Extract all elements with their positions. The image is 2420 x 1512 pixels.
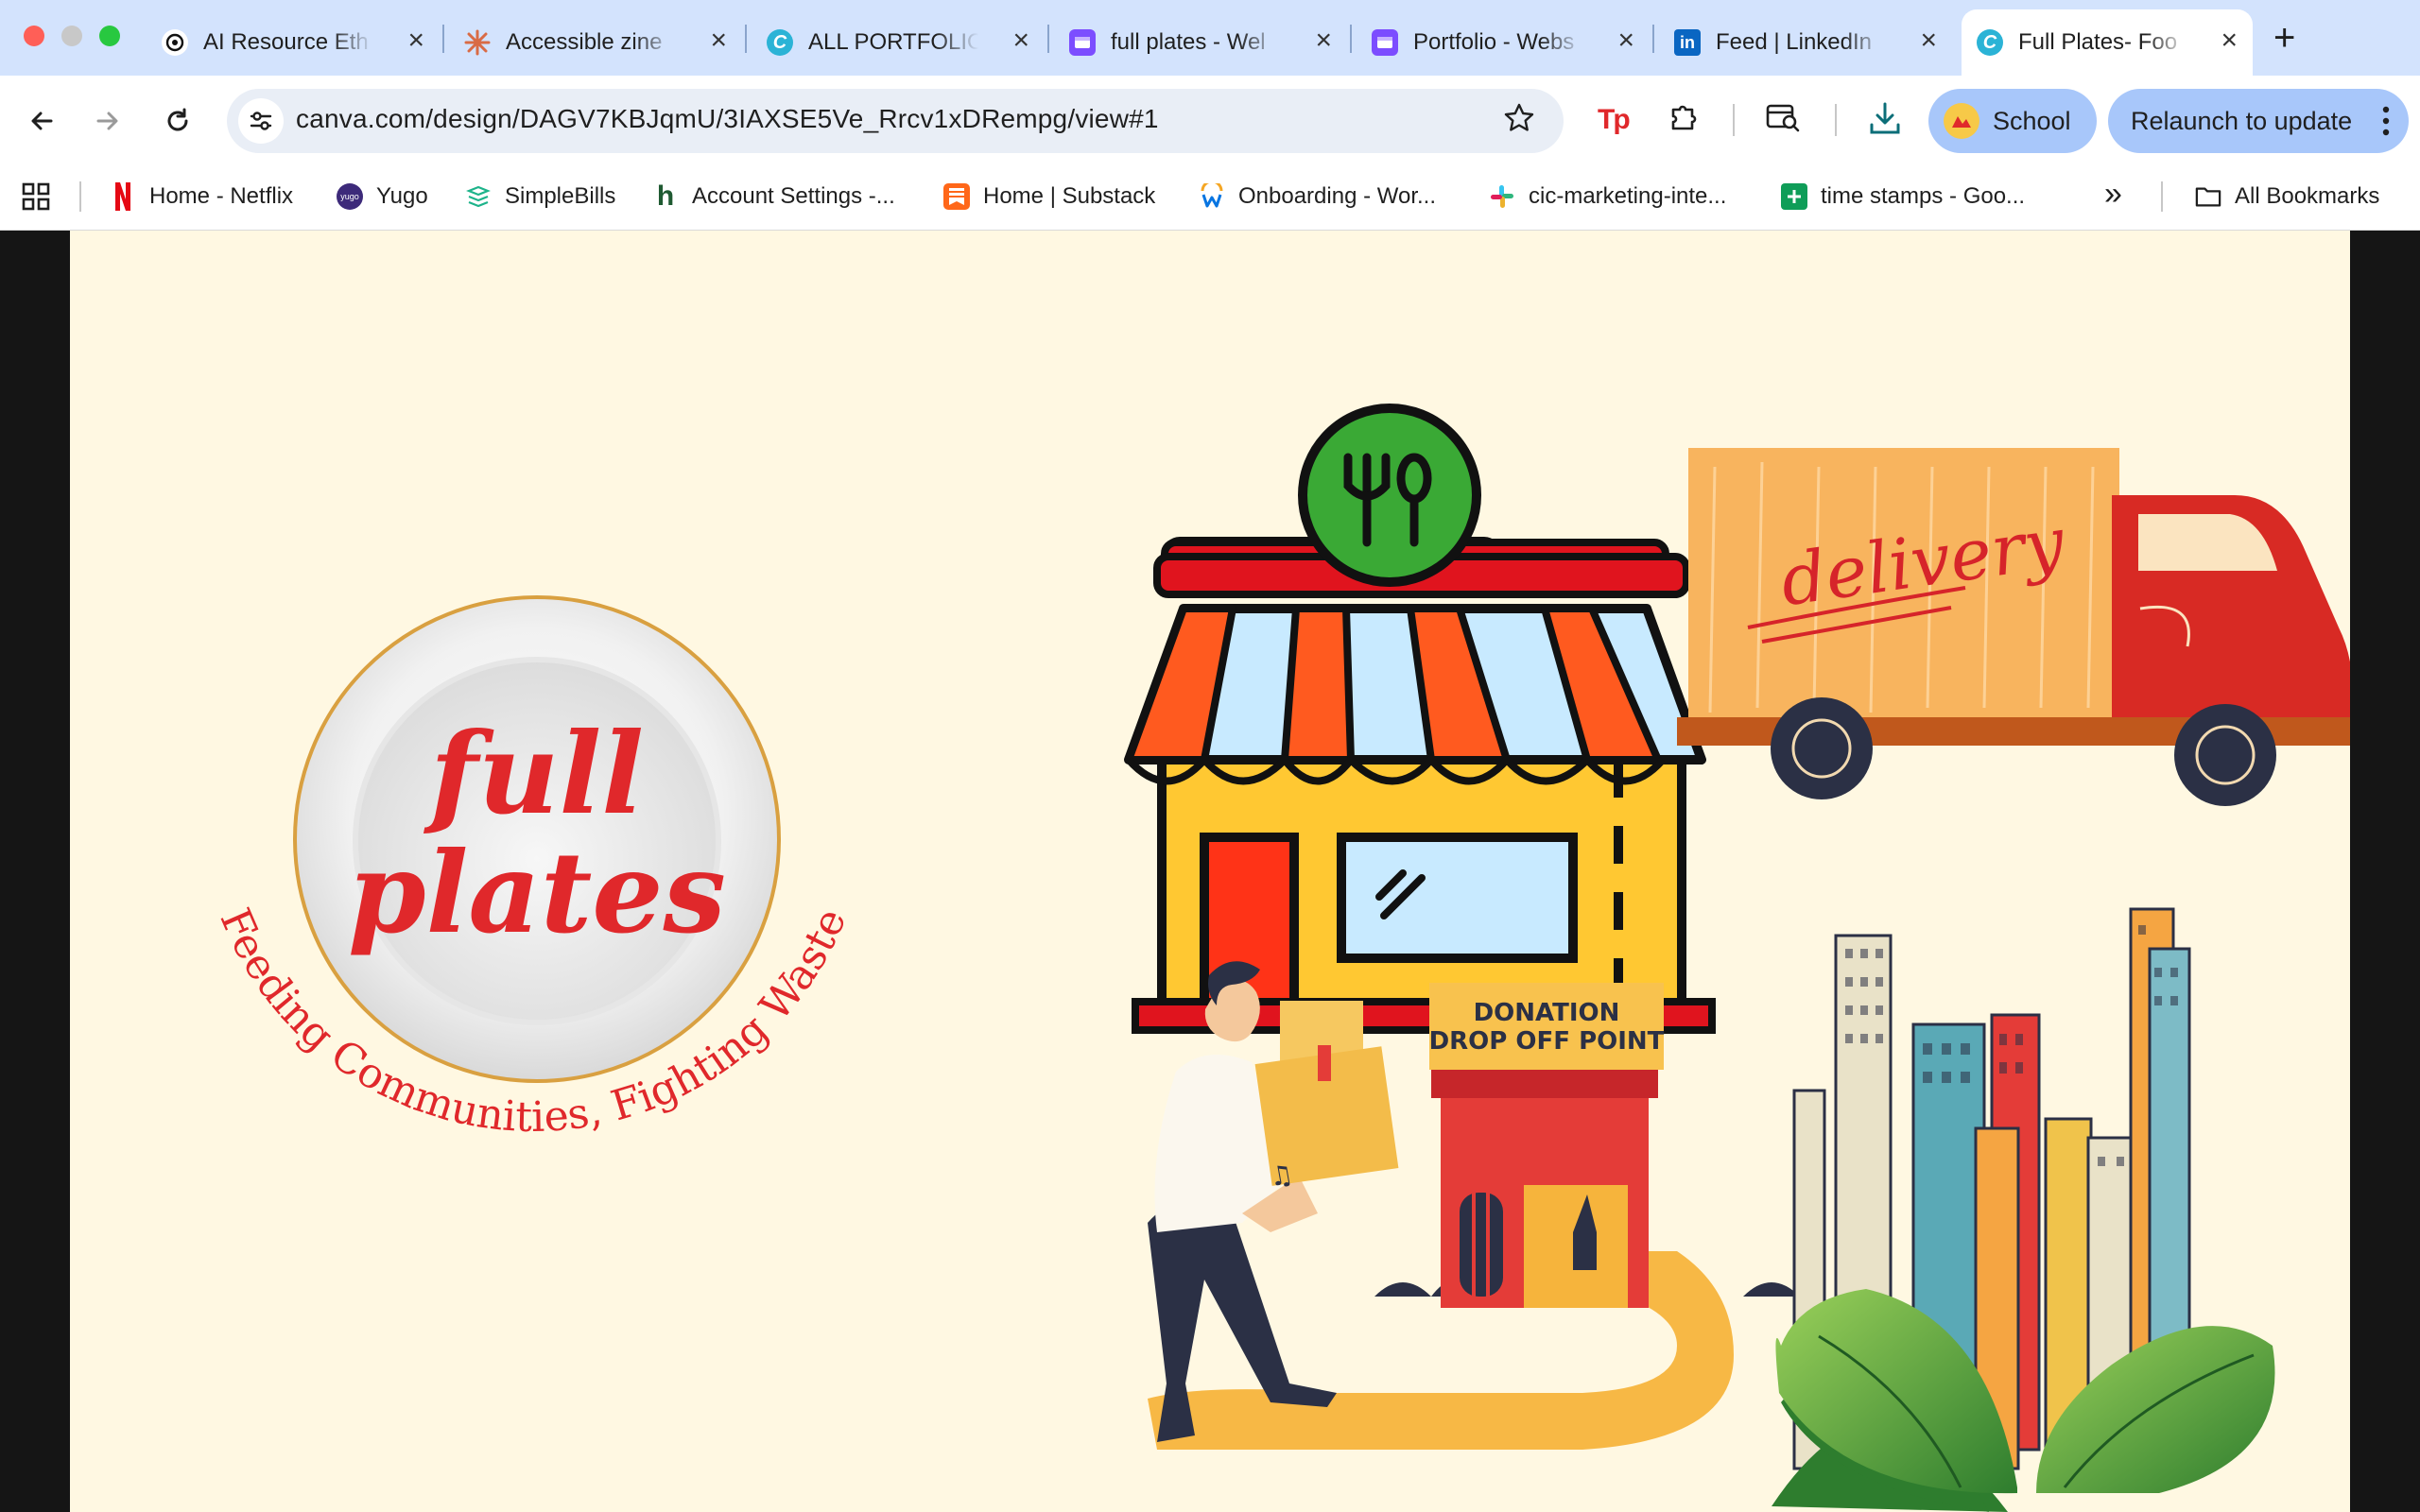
tab-title: full plates - Wel: [1111, 29, 1266, 55]
close-tab-icon[interactable]: ×: [1315, 26, 1332, 55]
reload-button[interactable]: [159, 102, 197, 140]
bookmark-label: SimpleBills: [505, 183, 616, 209]
tab-separator: [442, 25, 444, 53]
minimize-window-button[interactable]: [61, 26, 82, 46]
bookmark-label: Account Settings -...: [692, 183, 895, 209]
profile-button[interactable]: School: [1928, 89, 2097, 153]
tab-search-icon[interactable]: [1766, 102, 1802, 139]
close-tab-icon[interactable]: ×: [407, 26, 424, 55]
bookmark-cic-marketing[interactable]: cic-marketing-inte...: [1489, 178, 1726, 215]
restaurant-illustration: [1124, 404, 1716, 1034]
bookmark-substack[interactable]: Home | Substack: [943, 178, 1155, 215]
logo-line-1: full: [424, 708, 644, 839]
green-city-illustration: [1772, 907, 2275, 1512]
donation-sign-line-2: DROP OFF POINT: [1429, 1027, 1665, 1056]
sheets-icon: [1781, 183, 1807, 210]
tab-portfolio-website[interactable]: Portfolio - Webs ×: [1357, 9, 1650, 76]
website-builder-icon: [1069, 29, 1096, 56]
bookmark-onboarding[interactable]: Onboarding - Wor...: [1199, 178, 1436, 215]
design-illustrations: full plates Feeding Communities, Fightin…: [210, 404, 2350, 1512]
bookmark-label: Home | Substack: [983, 183, 1156, 209]
all-bookmarks-button[interactable]: All Bookmarks: [2195, 178, 2379, 215]
tab-title: Accessible zine: [506, 29, 663, 55]
full-plates-logo: full plates Feeding Communities, Fightin…: [210, 595, 856, 1142]
bookmark-star-icon[interactable]: [1503, 102, 1535, 139]
bookmark-label: Yugo: [376, 183, 428, 209]
houzz-icon: h: [656, 180, 675, 212]
more-menu-icon[interactable]: [2382, 102, 2390, 146]
extensions-puzzle-icon[interactable]: [1666, 100, 1700, 139]
toolbar-divider: [1835, 104, 1837, 136]
maximize-window-button[interactable]: [99, 26, 120, 46]
bookmark-netflix[interactable]: Home - Netflix: [110, 178, 293, 215]
downloads-icon[interactable]: [1868, 100, 1902, 143]
canva-icon: C: [1977, 29, 2003, 56]
tab-linkedin[interactable]: in Feed | LinkedIn ×: [1659, 9, 1952, 76]
forward-button[interactable]: [89, 102, 127, 140]
apps-grid-icon[interactable]: [21, 181, 51, 216]
close-tab-icon[interactable]: ×: [1920, 26, 1937, 55]
avatar: [1944, 103, 1979, 139]
yugo-icon: yugo: [337, 183, 363, 210]
relaunch-button[interactable]: Relaunch to update: [2108, 89, 2409, 153]
website-builder-icon: [1372, 29, 1398, 56]
tab-full-plates-web[interactable]: full plates - Wel ×: [1054, 9, 1347, 76]
substack-icon: [943, 183, 970, 210]
logo-line-2: plates: [348, 827, 726, 958]
claude-icon: [464, 29, 491, 56]
close-window-button[interactable]: [24, 26, 44, 46]
bookmark-simplebills[interactable]: SimpleBills: [465, 178, 615, 215]
tab-full-plates-active[interactable]: C Full Plates- Foo ×: [1962, 9, 2253, 76]
bookmarks-overflow-button[interactable]: »: [2104, 176, 2122, 213]
close-tab-icon[interactable]: ×: [2221, 26, 2238, 55]
toolbar-divider: [1733, 104, 1735, 136]
bookmark-yugo[interactable]: yugo Yugo: [337, 178, 428, 215]
design-canvas: full plates Feeding Communities, Fightin…: [70, 231, 2350, 1512]
donation-illustration: DONATION DROP OFF POINT ♫: [1148, 961, 1800, 1450]
tab-separator: [1047, 25, 1049, 53]
tab-accessible-zine[interactable]: Accessible zine ×: [449, 9, 742, 76]
canva-icon: C: [767, 29, 793, 56]
new-tab-button[interactable]: +: [2273, 17, 2295, 60]
openai-icon: [162, 29, 188, 56]
relaunch-label: Relaunch to update: [2131, 106, 2353, 135]
bookmark-label: Onboarding - Wor...: [1238, 183, 1436, 209]
netflix-icon: [110, 182, 136, 211]
bookmark-label: time stamps - Goo...: [1821, 183, 2026, 209]
tab-title: Portfolio - Webs: [1413, 29, 1575, 55]
donation-sign-line-1: DONATION: [1474, 999, 1620, 1027]
bookmarks-divider: [79, 181, 81, 212]
delivery-truck-illustration: delivery: [1677, 448, 2350, 806]
close-tab-icon[interactable]: ×: [1617, 26, 1634, 55]
tab-title: Full Plates- Foo: [2018, 29, 2178, 55]
tab-title: Feed | LinkedIn: [1716, 29, 1873, 55]
linkedin-icon: in: [1674, 29, 1701, 56]
tab-all-portfolio[interactable]: C ALL PORTFOLIO ×: [752, 9, 1045, 76]
bookmark-label: cic-marketing-inte...: [1529, 183, 1727, 209]
url-text[interactable]: canva.com/design/DAGV7KBJqmU/3IAXSE5Ve_R…: [296, 104, 1159, 134]
bookmark-label: All Bookmarks: [2235, 183, 2380, 209]
bookmark-label: Home - Netflix: [149, 183, 294, 209]
profile-label: School: [1993, 106, 2071, 135]
workday-icon: [1199, 183, 1225, 210]
tab-separator: [1350, 25, 1352, 53]
tab-title: AI Resource Eth: [203, 29, 369, 55]
tab-separator: [1652, 25, 1654, 53]
slack-icon: [1489, 183, 1515, 210]
bookmark-account-settings[interactable]: h Account Settings -...: [652, 178, 895, 215]
bookmarks-divider: [2161, 181, 2163, 212]
simplebills-icon: [465, 183, 492, 210]
tab-separator: [745, 25, 747, 53]
tab-ai-resource[interactable]: AI Resource Eth ×: [147, 9, 440, 76]
tab-title: ALL PORTFOLIO: [808, 29, 978, 55]
site-info-icon[interactable]: [238, 98, 284, 144]
close-tab-icon[interactable]: ×: [1012, 26, 1029, 55]
bookmark-time-stamps[interactable]: time stamps - Goo...: [1781, 178, 2025, 215]
close-tab-icon[interactable]: ×: [710, 26, 727, 55]
extension-tp-icon[interactable]: Tp: [1598, 104, 1631, 136]
folder-icon: [2195, 183, 2221, 210]
back-button[interactable]: [23, 102, 60, 140]
